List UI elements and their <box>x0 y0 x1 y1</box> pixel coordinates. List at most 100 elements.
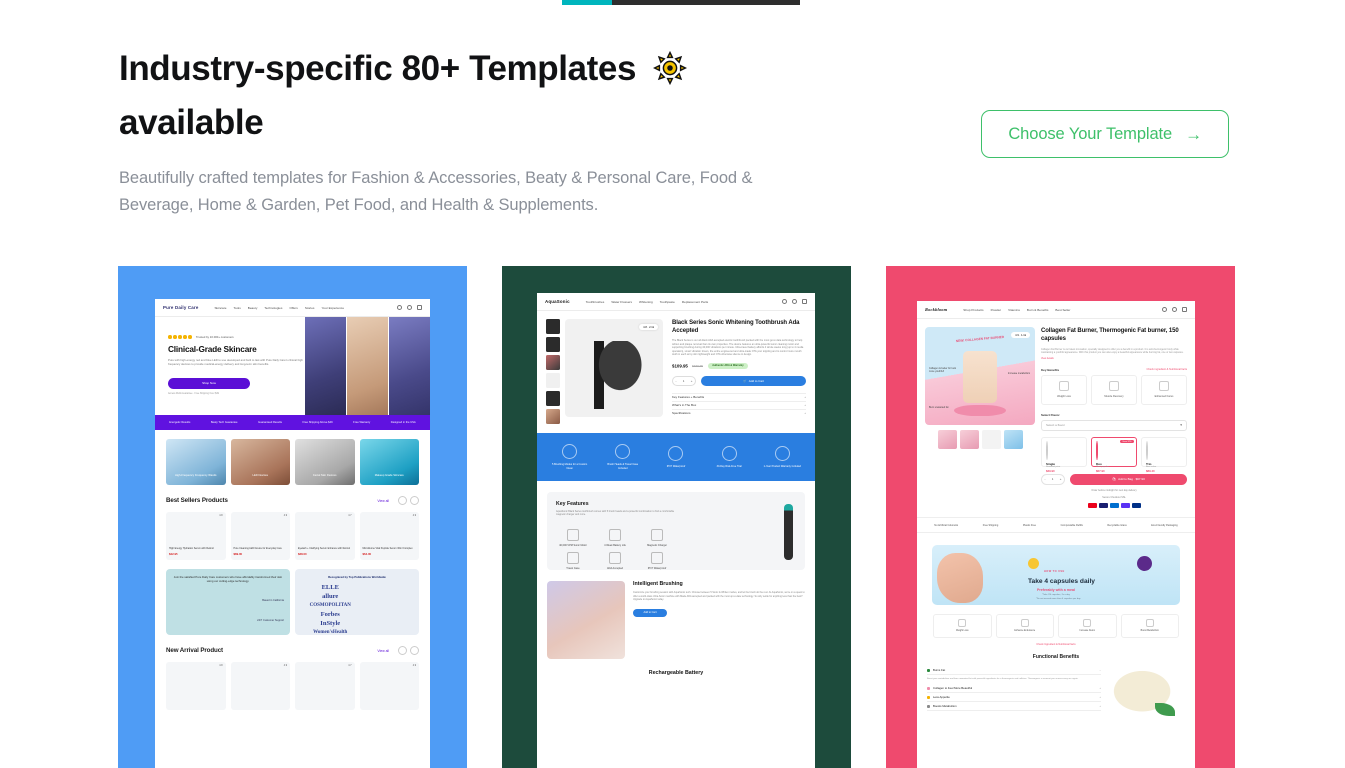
carousel-next-icon[interactable] <box>410 496 419 505</box>
category-tile[interactable]: Makeup Grade Skincare <box>359 439 419 485</box>
qty-minus[interactable]: - <box>676 379 677 383</box>
qty-plus[interactable]: + <box>691 379 693 383</box>
pricing-tier-trio[interactable]: Trio Best value $89.40 <box>1141 436 1187 473</box>
feature-label: 30-Day Risk-Free Trial <box>716 464 742 468</box>
nav-item[interactable]: Vitamins <box>1008 308 1020 312</box>
choose-template-button[interactable]: Choose Your Template → <box>981 110 1229 158</box>
quantity-stepper[interactable]: - 1 + <box>1041 473 1065 485</box>
intelligent-add-to-cart-button[interactable]: Add to Cart <box>633 608 667 617</box>
publication-name: Women'sHealth <box>313 630 348 635</box>
product-card[interactable]: 4.7 <box>295 662 355 710</box>
product-card[interactable]: 4.9 <box>230 662 290 710</box>
search-icon[interactable] <box>1162 307 1167 312</box>
key-benefits-link[interactable]: Check ingredient & Nutritional facts <box>1146 368 1187 371</box>
nav-item[interactable]: Your Experience <box>321 306 344 310</box>
ingredient-check-link[interactable]: Check Ingredient & Nutritional facts <box>917 643 1195 646</box>
functional-benefit-row[interactable]: Burns Fat − <box>927 666 1101 676</box>
nav-item[interactable]: Technologies <box>264 306 282 310</box>
cart-icon[interactable] <box>1182 307 1187 312</box>
benefit-tile: Increase Detox <box>1058 614 1117 639</box>
product-card[interactable]: 4.8 <box>166 662 226 710</box>
nav-item[interactable]: Replacement Parts <box>682 300 708 304</box>
template-card-skincare[interactable]: Pure Daily Care Skincare Tools Beauty Te… <box>118 266 467 768</box>
account-icon[interactable] <box>407 305 412 310</box>
thumbnail[interactable] <box>546 319 560 334</box>
nav-item[interactable]: Burn & Benefits <box>1027 308 1049 312</box>
cart-icon[interactable] <box>417 305 422 310</box>
view-all-link[interactable]: View all <box>377 649 389 653</box>
carousel-next-icon[interactable] <box>410 646 419 655</box>
qty-plus[interactable]: + <box>1060 477 1062 481</box>
thumbnail-list <box>546 319 560 424</box>
category-tile[interactable]: LED Devices <box>230 439 290 485</box>
product-card[interactable]: 4.9 <box>359 662 419 710</box>
functional-benefit-description: Boost your metabolism and burn unwanted … <box>927 678 1079 681</box>
accordion-row[interactable]: Specifications + <box>672 408 806 417</box>
product-row-new: 4.8 4.9 4.7 4.9 <box>155 655 430 710</box>
promo-card-support[interactable]: Join the satisfied Pure Daily Care custo… <box>166 569 290 635</box>
product-card[interactable]: 4.9 Microbiome Vital Peptide Serum 30ml … <box>359 512 419 560</box>
nav-item[interactable]: Whitening <box>639 300 653 304</box>
tier-price: $67.90 <box>1096 469 1105 474</box>
pricing-tier-single[interactable]: Single Standard price $39.90 <box>1041 436 1087 473</box>
qty-minus[interactable]: - <box>1045 477 1046 481</box>
accordion-list: Key Features + Benefits + What's in The B… <box>672 392 806 417</box>
product-card[interactable]: 4.7 Eyelash + Clarifying Serum Enhance w… <box>295 512 355 560</box>
carousel-prev-icon[interactable] <box>398 646 407 655</box>
nav-item[interactable]: Skincare <box>214 306 226 310</box>
page-title-line2: available <box>119 103 264 142</box>
search-icon[interactable] <box>782 299 787 304</box>
thumbnail[interactable] <box>981 430 1001 449</box>
thumbnail[interactable] <box>546 391 560 406</box>
product-main-image[interactable]: NEW! COLLAGEN FAT BURNER 4.9 · 1.1k Coll… <box>925 327 1035 425</box>
quantity-stepper[interactable]: - 1 + <box>672 375 696 386</box>
accordion-row[interactable]: Key Features + Benefits + <box>672 392 806 401</box>
nav-item[interactable]: Shop Products <box>963 308 983 312</box>
progress-bar[interactable] <box>562 0 800 5</box>
view-all-link[interactable]: View all <box>377 499 389 503</box>
thumbnail[interactable] <box>546 409 560 424</box>
nav-item[interactable]: Powder <box>991 308 1002 312</box>
nav-item[interactable]: Stories <box>305 306 315 310</box>
thumbnail[interactable] <box>546 337 560 352</box>
nav-item[interactable]: Beauty <box>248 306 258 310</box>
cart-icon[interactable] <box>802 299 807 304</box>
nav-item[interactable]: Toothbrushes <box>586 300 605 304</box>
thumbnail[interactable] <box>1003 430 1023 449</box>
template-card-supplements[interactable]: Rockbloom Shop Products Powder Vitamins … <box>886 266 1235 768</box>
hero-shop-button[interactable]: Shop Now <box>168 377 250 389</box>
thumbnail[interactable] <box>959 430 979 449</box>
functional-benefit-row[interactable]: Boosts Metabolism + <box>927 702 1101 712</box>
nav-item[interactable]: Tools <box>234 306 241 310</box>
radio-icon[interactable] <box>1146 440 1148 460</box>
intelligent-brushing-body: Customize your brushing session with Aqu… <box>633 591 805 601</box>
nav-item[interactable]: Water Flossers <box>611 300 632 304</box>
template-card-aquasonic[interactable]: AquaSonic Toothbrushes Water Flossers Wh… <box>502 266 851 768</box>
nav-item[interactable]: Offers <box>289 306 297 310</box>
thumbnail[interactable] <box>546 355 560 370</box>
accordion-row[interactable]: What's in The Box + <box>672 400 806 409</box>
promo-card-publications[interactable]: Recognized by Top Publications Worldwide… <box>295 569 419 635</box>
product-gallery[interactable]: 4.8 · 2.1k <box>565 319 663 417</box>
product-card[interactable]: 4.8 High Energy Hydration Serum with Ret… <box>166 512 226 560</box>
carousel-prev-icon[interactable] <box>398 496 407 505</box>
thumbnail[interactable] <box>937 430 957 449</box>
category-tile[interactable]: Facial Skin Devices <box>295 439 355 485</box>
account-icon[interactable] <box>1172 307 1177 312</box>
category-tile[interactable]: High-Frequency Frequency Wands <box>166 439 226 485</box>
flavor-select[interactable]: Select a flavor ▾ <box>1041 419 1187 431</box>
radio-icon[interactable] <box>1096 440 1098 460</box>
nav-item[interactable]: Best Seller <box>1055 308 1070 312</box>
nav-item[interactable]: Toothpaste <box>660 300 675 304</box>
view-details-link[interactable]: View details <box>1041 357 1187 360</box>
functional-benefit-row[interactable]: Collagen to Feel More Beautiful + <box>927 684 1101 694</box>
functional-benefit-row[interactable]: Less Appetite + <box>927 693 1101 703</box>
add-to-bag-button[interactable]: 🛍 Add to Bag · $67.90 <box>1070 473 1187 485</box>
pricing-tier-duo[interactable]: Save 32% Duo Most popular $67.90 <box>1091 436 1137 473</box>
radio-icon[interactable] <box>1046 440 1048 460</box>
product-card[interactable]: 4.9 Pore Cleaning LED Device for Everyda… <box>230 512 290 560</box>
account-icon[interactable] <box>792 299 797 304</box>
add-to-cart-button[interactable]: 🛒 Add to Cart <box>701 375 806 386</box>
search-icon[interactable] <box>397 305 402 310</box>
thumbnail[interactable] <box>546 373 560 388</box>
